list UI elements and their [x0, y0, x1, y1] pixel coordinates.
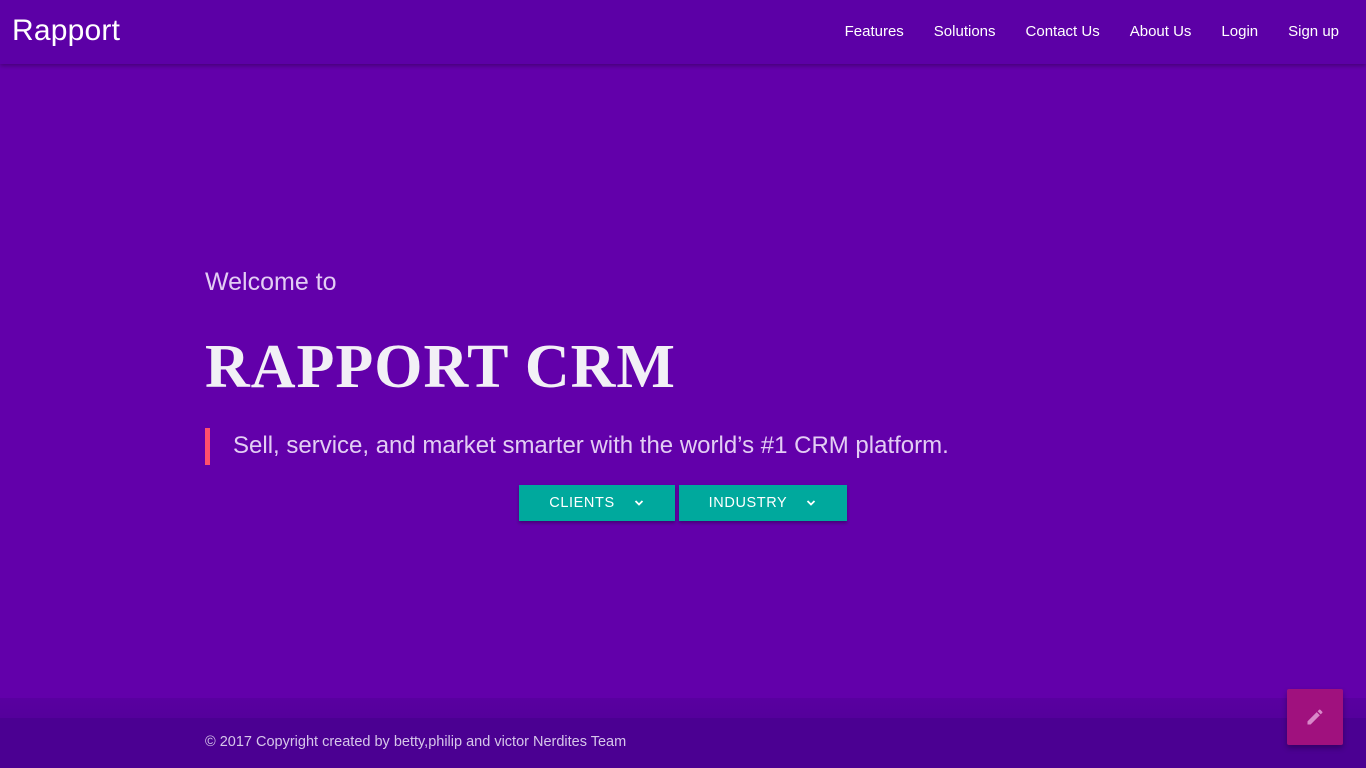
nav-link-features[interactable]: Features: [830, 0, 919, 64]
hero-title: RAPPORT CRM: [205, 333, 676, 401]
nav-link-about-us[interactable]: About Us: [1115, 0, 1207, 64]
clients-dropdown-button[interactable]: CLIENTS: [519, 485, 675, 521]
industry-button-label: INDUSTRY: [708, 495, 788, 511]
hero-button-row: CLIENTS INDUSTRY: [519, 485, 847, 521]
edit-fab-button[interactable]: [1287, 689, 1343, 745]
footer-copyright: © 2017 Copyright created by betty,philip…: [205, 734, 627, 750]
pencil-icon: [1307, 709, 1323, 725]
hero-tagline: Sell, service, and market smarter with t…: [205, 428, 949, 465]
welcome-text: Welcome to: [205, 268, 337, 296]
nav-links: Features Solutions Contact Us About Us L…: [830, 0, 1354, 64]
hero-section: Welcome to RAPPORT CRM Sell, service, an…: [205, 0, 1165, 700]
nav-link-sign-up[interactable]: Sign up: [1273, 0, 1354, 64]
top-navbar: Rapport Features Solutions Contact Us Ab…: [0, 0, 1366, 64]
chevron-down-icon: [634, 500, 643, 506]
nav-link-login[interactable]: Login: [1206, 0, 1273, 64]
industry-dropdown-button[interactable]: INDUSTRY: [679, 485, 847, 521]
brand-logo-link[interactable]: Rapport: [12, 13, 120, 49]
nav-link-solutions[interactable]: Solutions: [919, 0, 1011, 64]
clients-button-label: CLIENTS: [549, 495, 615, 511]
nav-link-contact-us[interactable]: Contact Us: [1011, 0, 1115, 64]
chevron-down-icon: [807, 500, 816, 506]
